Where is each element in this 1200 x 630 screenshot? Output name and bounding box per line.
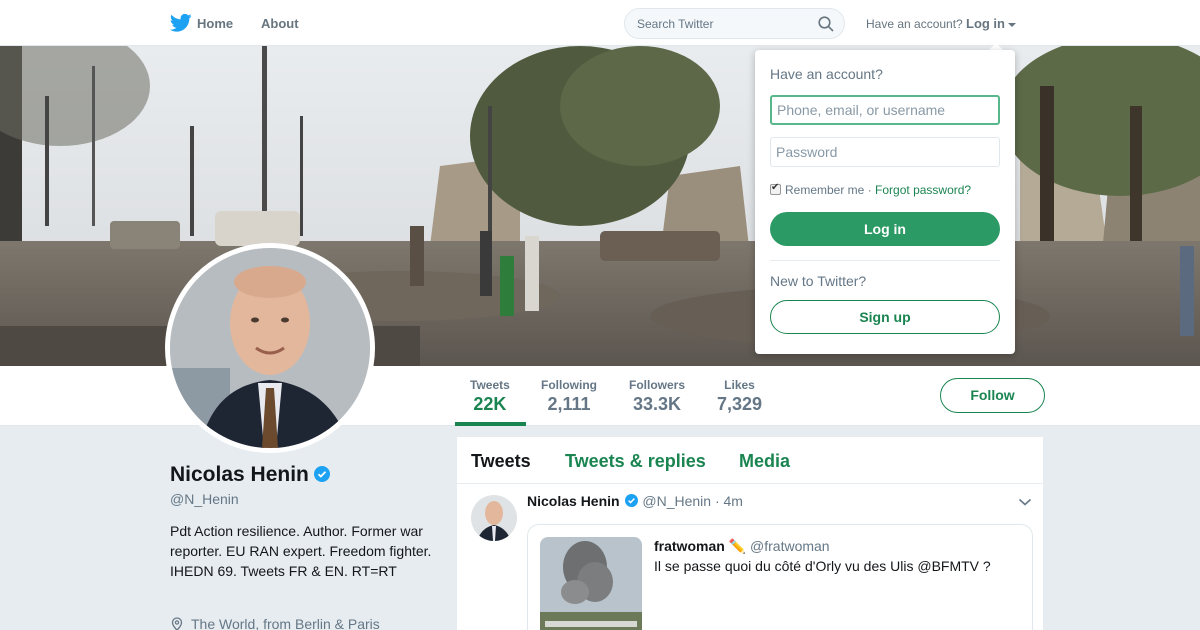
verified-badge-icon [625,494,639,507]
pencil-emoji-icon: ✏️ [728,538,747,554]
login-dropdown: Have an account? Remember me · Forgot pa… [755,50,1015,354]
follow-button[interactable]: Follow [940,378,1045,413]
timeline: Tweets Tweets & replies Media Nicolas He… [456,436,1044,630]
login-link-label: Log in [966,16,1005,31]
profile-avatar[interactable] [165,243,375,453]
profile-handle[interactable]: @N_Henin [170,491,239,507]
profile-name: Nicolas Henin [170,463,330,487]
profile-bio: Pdt Action resilience. Author. Former wa… [170,523,432,579]
top-navigation: Home About Search Twitter Have an accoun… [0,0,1200,46]
remember-separator: · [867,183,872,197]
stat-likes-label: Likes [724,378,755,392]
location-pin-icon [171,617,183,630]
active-tab-underline [455,422,526,426]
quoted-tweet[interactable]: fratwoman ✏️ @fratwoman Il se passe quoi… [527,524,1033,630]
stat-followers-label: Followers [629,378,686,392]
remember-me-label[interactable]: Remember me [785,183,864,197]
signup-button[interactable]: Sign up [770,300,1000,334]
search-placeholder: Search Twitter [637,17,714,31]
chevron-down-icon[interactable] [1018,497,1032,507]
password-field[interactable] [770,137,1000,167]
quoted-tweet-image[interactable] [540,537,642,630]
tweet-dot-separator: · [714,493,720,509]
stat-tweets-label: Tweets [470,378,510,392]
username-field[interactable] [770,95,1000,125]
quoted-author-handle[interactable]: @fratwoman [750,538,830,554]
twitter-bird-icon[interactable] [170,13,192,33]
tweet-item[interactable]: Nicolas Henin @N_Henin · 4m fratwoman ✏️… [457,437,1043,630]
stat-following[interactable]: Following 2,111 [541,378,597,415]
quoted-author-name[interactable]: fratwoman [654,538,725,554]
profile-location: The World, from Berlin & Paris [170,616,380,630]
nav-about-link[interactable]: About [261,16,299,31]
stat-followers-value: 33.3K [632,394,682,414]
profile-location-text: The World, from Berlin & Paris [191,616,380,630]
stat-followers[interactable]: Followers 33.3K [629,378,685,415]
verified-badge-icon [313,466,330,482]
stat-tweets-value: 22K [473,394,507,414]
search-icon[interactable] [818,16,834,32]
stat-likes[interactable]: Likes 7,329 [717,378,762,415]
dropdown-divider [770,260,1000,261]
tweet-avatar-image [471,495,517,541]
have-account-text: Have an account? [866,17,963,31]
quoted-tweet-text: Il se passe quoi du côté d'Orly vu des U… [654,558,991,574]
login-button[interactable]: Log in [770,212,1000,246]
quoted-tweet-header: fratwoman ✏️ @fratwoman [654,538,830,555]
caret-down-icon [1008,22,1016,27]
dropdown-title: Have an account? [770,66,883,82]
search-input[interactable]: Search Twitter [624,8,845,39]
avatar-image [170,248,370,448]
stat-following-value: 2,111 [547,394,591,414]
profile-name-text: Nicolas Henin [170,463,309,486]
tweet-timestamp[interactable]: 4m [724,493,743,509]
stat-likes-value: 7,329 [717,394,763,414]
new-to-twitter-text: New to Twitter? [770,273,867,289]
stat-following-label: Following [541,378,597,392]
stat-tweets[interactable]: Tweets 22K [470,378,510,415]
tweet-author-handle[interactable]: @N_Henin [642,493,711,509]
quoted-image-smoke [540,537,642,630]
remember-me-checkbox[interactable] [770,182,781,195]
remember-row: Remember me · Forgot password? [770,182,971,197]
tweet-header: Nicolas Henin @N_Henin · 4m [527,493,743,509]
login-dropdown-toggle[interactable]: Log in [966,16,1016,31]
forgot-password-link[interactable]: Forgot password? [875,183,971,197]
nav-home-link[interactable]: Home [197,16,233,31]
tweet-author-name[interactable]: Nicolas Henin [527,493,620,509]
tweet-avatar[interactable] [471,495,517,541]
